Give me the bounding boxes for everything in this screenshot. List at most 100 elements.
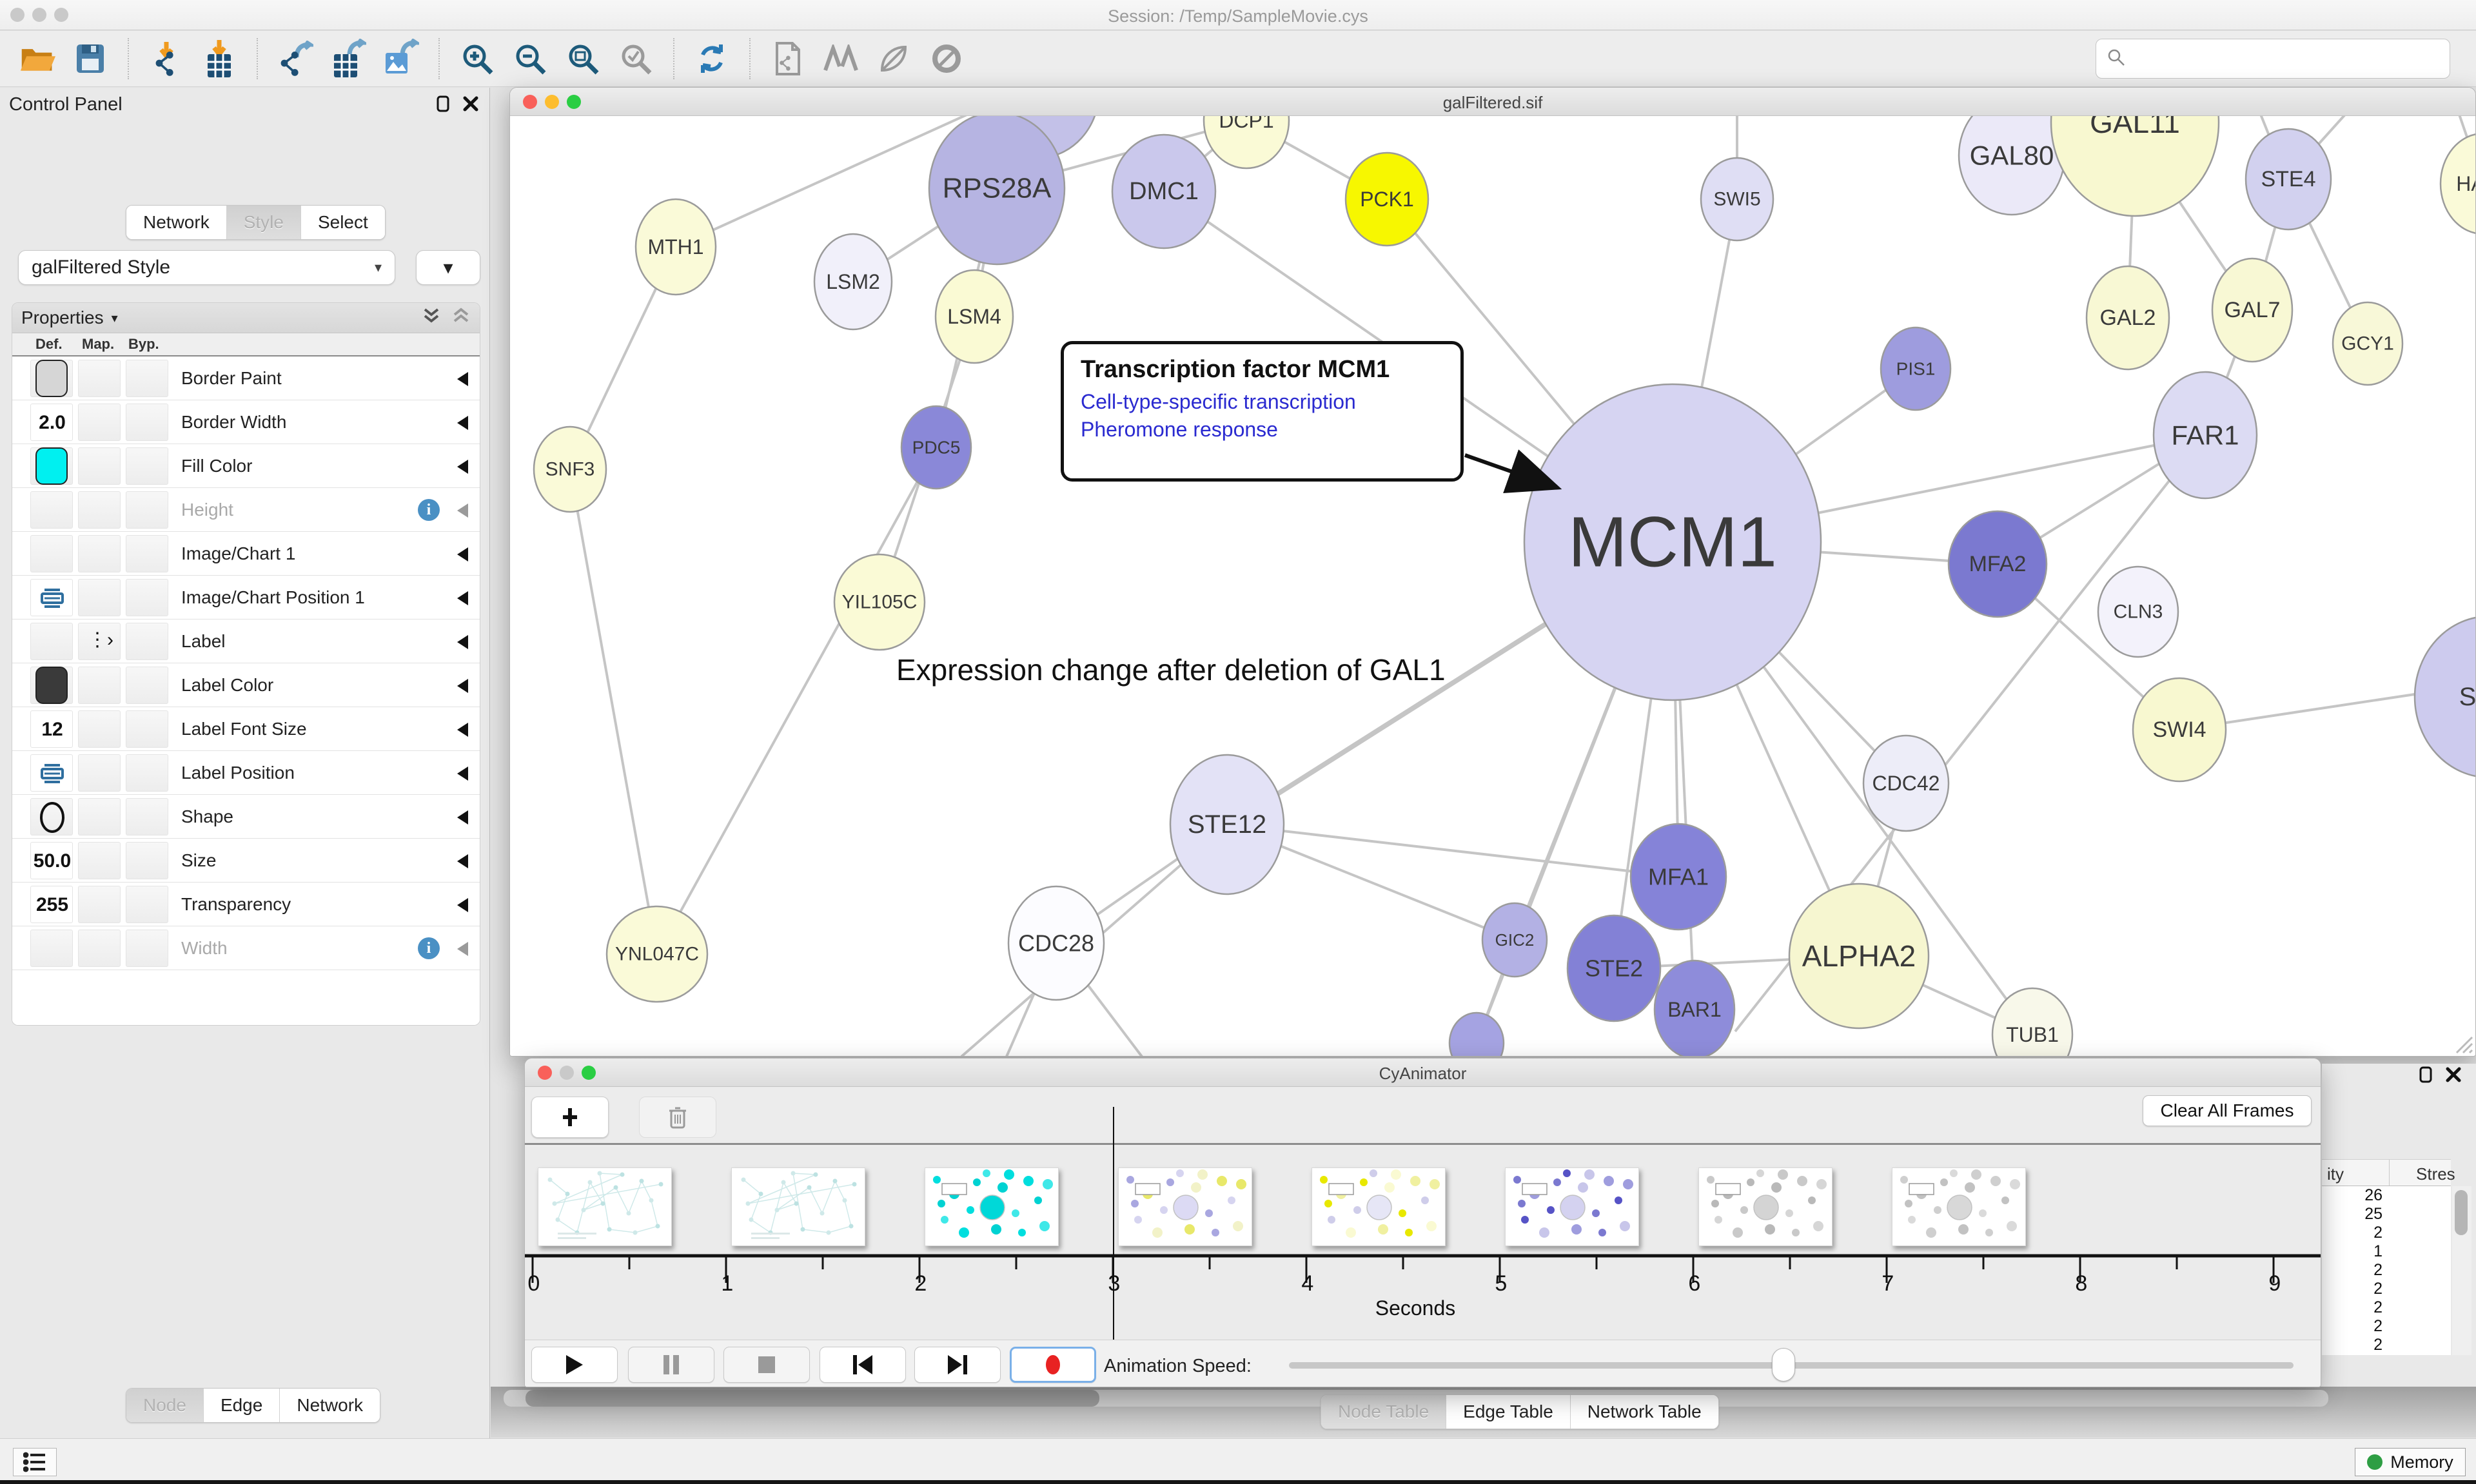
tab-edge-table[interactable]: Edge Table [1446, 1395, 1571, 1429]
task-history-button[interactable] [13, 1448, 57, 1476]
network-node-dcp1[interactable]: DCP1 [1204, 116, 1289, 168]
bypass-cell[interactable] [126, 404, 168, 441]
network-node-gic2[interactable]: GIC2 [1482, 903, 1547, 977]
table-row[interactable]: 2 [2322, 1336, 2451, 1354]
property-row-transparency[interactable]: 255Transparency [12, 883, 480, 926]
tab-network[interactable]: Network [280, 1389, 380, 1422]
color-swatch[interactable] [35, 667, 68, 704]
expand-arrow-icon[interactable] [457, 635, 468, 649]
network-node-pck1[interactable]: PCK1 [1346, 153, 1428, 246]
close-panel-icon[interactable] [2445, 1066, 2463, 1084]
open-session-icon[interactable] [19, 41, 55, 77]
mapping-cell[interactable] [78, 404, 121, 441]
column-header-stress[interactable]: Stres [2416, 1164, 2455, 1184]
property-row-width[interactable]: Widthi [12, 926, 480, 970]
export-image-icon[interactable] [383, 41, 419, 77]
network-node-swi4[interactable]: SWI4 [2133, 678, 2226, 781]
network-node-cln3[interactable]: CLN3 [2098, 567, 2178, 657]
mapping-cell[interactable] [78, 667, 121, 704]
expand-arrow-icon[interactable] [457, 547, 468, 561]
expand-arrow-icon[interactable] [457, 898, 468, 912]
add-frame-button[interactable] [531, 1097, 609, 1138]
default-cell[interactable] [30, 579, 73, 616]
tab-select[interactable]: Select [301, 206, 385, 239]
properties-header[interactable]: Properties ▾ [12, 303, 480, 333]
zoom-fit-icon[interactable] [565, 41, 601, 77]
network-node-mth1[interactable]: MTH1 [636, 199, 716, 295]
network-node-far1[interactable]: FAR1 [2154, 372, 2257, 498]
table-row[interactable]: 25 [2322, 1205, 2451, 1224]
pause-button[interactable] [628, 1347, 714, 1383]
network-window-titlebar[interactable]: galFiltered.sif [510, 88, 2475, 116]
style-options-button[interactable]: ▾ [416, 250, 480, 285]
bypass-cell[interactable] [126, 535, 168, 572]
collapse-all-icon[interactable] [451, 306, 471, 331]
bypass-cell[interactable] [126, 623, 168, 660]
skip-end-button[interactable] [914, 1347, 1001, 1383]
table-row[interactable]: 2 [2322, 1224, 2451, 1242]
network-node-ste4[interactable]: STE4 [2246, 129, 2331, 229]
table-row[interactable]: 2 [2322, 1280, 2451, 1298]
mapping-cell[interactable] [78, 360, 121, 397]
search-box[interactable] [2096, 39, 2450, 79]
network-node-snf3[interactable]: SNF3 [534, 427, 606, 512]
info-icon[interactable]: i [418, 499, 440, 521]
mapping-cell[interactable]: ⋮› [78, 623, 121, 660]
default-cell[interactable]: 12 [30, 710, 73, 748]
default-cell[interactable] [30, 491, 73, 529]
position-icon[interactable] [39, 587, 65, 612]
speed-slider-knob[interactable] [1772, 1348, 1795, 1381]
timeline-frame-2[interactable] [925, 1167, 1059, 1246]
expand-all-icon[interactable] [422, 306, 441, 331]
binoculars-icon[interactable] [823, 41, 859, 77]
refresh-layout-icon[interactable] [694, 41, 730, 77]
float-panel-icon[interactable] [435, 95, 453, 113]
timeline-frame-0[interactable] [538, 1167, 672, 1246]
network-node-partial[interactable] [1449, 1013, 1504, 1057]
bypass-cell[interactable] [126, 710, 168, 748]
bypass-cell[interactable] [126, 491, 168, 529]
property-row-height[interactable]: Heighti [12, 488, 480, 532]
float-panel-icon[interactable] [2418, 1066, 2436, 1084]
network-node-dmc1[interactable]: DMC1 [1112, 135, 1215, 248]
network-node-pdc5[interactable]: PDC5 [901, 406, 971, 489]
expand-arrow-icon[interactable] [457, 503, 468, 518]
expand-arrow-icon[interactable] [457, 591, 468, 605]
expand-arrow-icon[interactable] [457, 679, 468, 693]
default-cell[interactable] [30, 667, 73, 704]
table-row[interactable]: 1 [2322, 1242, 2451, 1261]
network-node-ste12[interactable]: STE12 [1170, 755, 1284, 894]
network-node-hap2[interactable]: HAP2 [2441, 133, 2476, 234]
skip-start-button[interactable] [820, 1347, 906, 1383]
tab-node-table[interactable]: Node Table [1321, 1395, 1446, 1429]
default-value[interactable]: 255 [31, 894, 74, 916]
network-node-lsm4[interactable]: LSM4 [936, 270, 1013, 363]
import-table-icon[interactable] [201, 41, 237, 77]
property-row-shape[interactable]: Shape [12, 795, 480, 839]
memory-button[interactable]: Memory [2355, 1448, 2466, 1476]
network-edge[interactable] [570, 469, 657, 954]
export-network-icon[interactable] [277, 41, 313, 77]
default-cell[interactable] [30, 535, 73, 572]
network-node-gal2[interactable]: GAL2 [2087, 266, 2169, 369]
network-canvas[interactable]: RPS28ADMC1DCP1PCK1MTH1LSM2LSM4SWI5GAL80G… [510, 116, 2476, 1057]
timeline-frame-7[interactable] [1892, 1167, 2026, 1246]
tab-network[interactable]: Network [126, 206, 227, 239]
property-row-border-width[interactable]: 2.0Border Width [12, 400, 480, 444]
property-row-label-font-size[interactable]: 12Label Font Size [12, 707, 480, 751]
bypass-cell[interactable] [126, 754, 168, 792]
table-row[interactable]: 2 [2322, 1317, 2451, 1336]
property-row-image-chart-1[interactable]: Image/Chart 1 [12, 532, 480, 576]
bypass-cell[interactable] [126, 360, 168, 397]
expand-arrow-icon[interactable] [457, 766, 468, 781]
timeline-frame-4[interactable] [1312, 1167, 1446, 1246]
mapping-cell[interactable] [78, 710, 121, 748]
search-input[interactable] [2134, 49, 2439, 69]
resize-grip[interactable] [2450, 1031, 2473, 1054]
network-node-pis1[interactable]: PIS1 [1881, 327, 1950, 410]
info-icon[interactable]: i [418, 937, 440, 959]
delete-frame-button[interactable] [639, 1097, 716, 1138]
default-cell[interactable]: 50.0 [30, 842, 73, 879]
timeline-frame-5[interactable] [1505, 1167, 1639, 1246]
position-icon[interactable] [39, 763, 65, 788]
